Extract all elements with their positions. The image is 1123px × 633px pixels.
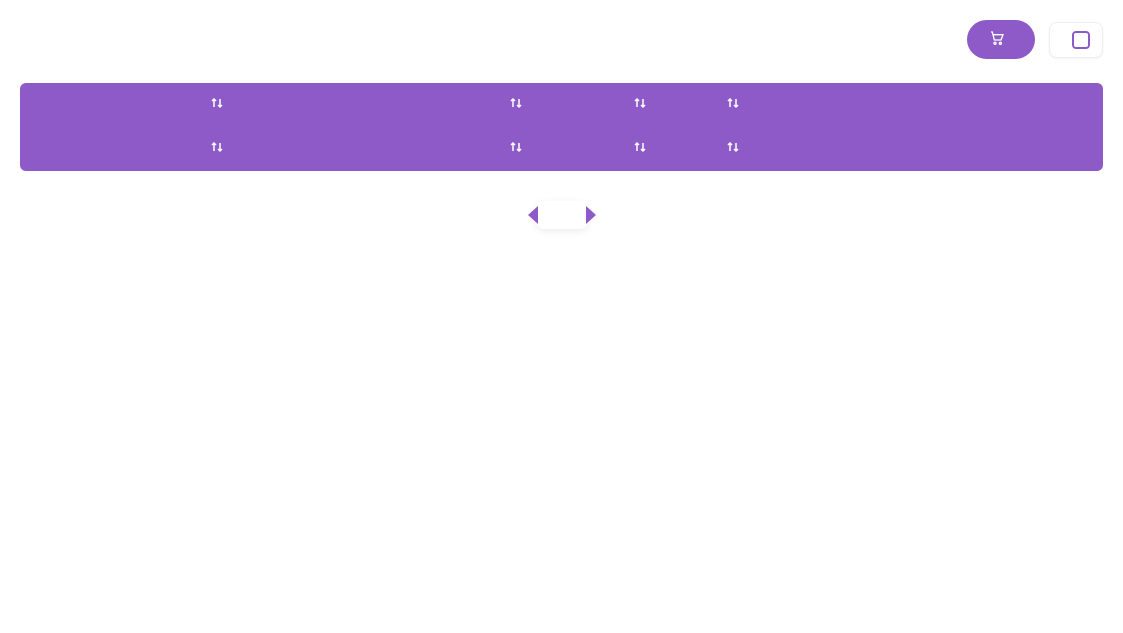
th-check [20,83,92,127]
tf-product-title[interactable] [195,127,494,171]
sort-icon [634,141,646,157]
topbar [20,20,1103,59]
th-stock[interactable] [618,83,711,127]
select-all-container [1049,22,1103,58]
table-footer-row [20,127,1103,171]
select-all-checkbox[interactable] [1072,31,1090,49]
th-price[interactable] [711,83,845,127]
tf-category[interactable] [494,127,618,171]
sort-icon [211,97,223,113]
th-product-title[interactable] [195,83,494,127]
th-action [959,83,1103,127]
add-to-cart-products-button[interactable] [967,20,1035,59]
load-more-wrap [20,201,1103,229]
sort-icon [510,97,522,113]
sort-icon [727,97,739,113]
table-header-row [20,83,1103,127]
cart-icon [989,30,1005,49]
tf-price[interactable] [711,127,845,171]
th-quantity [845,83,958,127]
sort-icon [211,141,223,157]
th-category[interactable] [494,83,618,127]
product-table [20,83,1103,171]
sort-icon [510,141,522,157]
sort-icon [727,141,739,157]
sort-icon [634,97,646,113]
th-thumbnails [92,83,195,127]
tf-stock[interactable] [618,127,711,171]
load-more-button[interactable] [536,201,588,229]
